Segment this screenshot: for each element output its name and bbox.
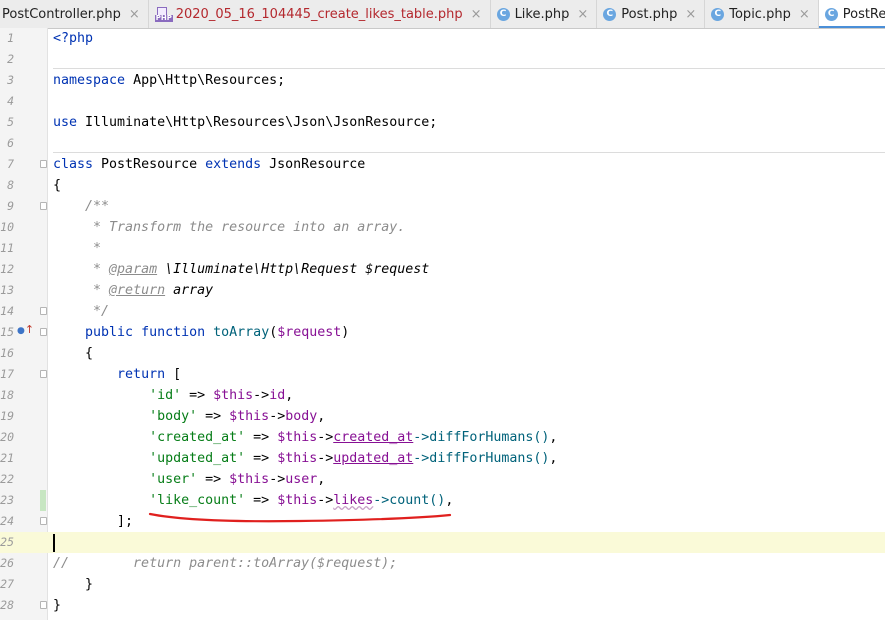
close-icon[interactable]: × bbox=[129, 7, 140, 22]
fold-marker-icon[interactable] bbox=[40, 517, 47, 525]
fold-marker-icon[interactable] bbox=[40, 370, 47, 378]
tab-topic[interactable]: C Topic.php × bbox=[705, 0, 819, 28]
code-line: 7 class PostResource extends JsonResourc… bbox=[7, 157, 366, 172]
code-line: 17 return [ bbox=[0, 367, 182, 382]
code-line: 5 use Illuminate\Http\Resources\Json\Jso… bbox=[7, 115, 438, 130]
code-line: 12 * @param \Illuminate\Http\Request $re… bbox=[0, 262, 430, 277]
fold-marker-icon[interactable] bbox=[40, 307, 47, 315]
code-line: 3 namespace App\Http\Resources; bbox=[7, 73, 286, 88]
close-icon[interactable]: × bbox=[577, 7, 588, 22]
code-line: 14 */ bbox=[0, 304, 110, 319]
tab-label: PostController.php bbox=[2, 6, 121, 22]
code-line: 16 { bbox=[0, 346, 94, 361]
fold-marker-icon[interactable] bbox=[40, 601, 47, 609]
code-line: 2 bbox=[7, 52, 14, 66]
code-line: 10 * Transform the resource into an arra… bbox=[0, 220, 406, 235]
code-editor[interactable]: 1 <?php 2 3 namespace App\Http\Resources… bbox=[0, 28, 885, 620]
tab-label: Post.php bbox=[621, 6, 678, 22]
code-line: 8 { bbox=[7, 178, 62, 193]
tab-label: Topic.php bbox=[729, 6, 791, 22]
code-line: 27 } bbox=[0, 577, 94, 592]
red-underline-annotation bbox=[148, 512, 452, 523]
php-file-icon: PHP bbox=[154, 7, 173, 22]
close-icon[interactable]: × bbox=[471, 7, 482, 22]
code-line: 18 'id' => $this->id, bbox=[0, 388, 294, 403]
tab-postcontroller[interactable]: PostController.php × bbox=[0, 0, 149, 28]
fold-marker-icon[interactable] bbox=[40, 160, 47, 168]
text-caret bbox=[53, 534, 55, 552]
tab-postresource[interactable]: C PostResource.php bbox=[818, 0, 885, 28]
tab-create-likes-table[interactable]: PHP 2020_05_16_104445_create_likes_table… bbox=[149, 0, 491, 28]
code-line: 21 'updated_at' => $this->updated_at->di… bbox=[0, 451, 558, 466]
tab-like[interactable]: C Like.php × bbox=[491, 0, 598, 28]
code-line: 9 /** bbox=[7, 199, 110, 214]
code-line: 6 bbox=[7, 136, 14, 150]
fold-marker-icon[interactable] bbox=[40, 328, 47, 336]
code-line: 4 bbox=[7, 94, 14, 108]
code-line: 28 } bbox=[0, 598, 62, 613]
code-line: 1 <?php bbox=[7, 31, 94, 46]
code-line: 19 'body' => $this->body, bbox=[0, 409, 326, 424]
close-icon[interactable]: × bbox=[799, 7, 810, 22]
class-icon: C bbox=[496, 7, 510, 21]
current-line[interactable]: 25 bbox=[0, 532, 885, 553]
tab-label: Like.php bbox=[514, 6, 570, 22]
close-icon[interactable]: × bbox=[685, 7, 696, 22]
code-line: 11 * bbox=[0, 241, 102, 256]
code-line: 15 ●↑ public function toArray($request) bbox=[0, 323, 350, 340]
fold-marker-icon[interactable] bbox=[40, 202, 47, 210]
change-marker[interactable] bbox=[40, 490, 46, 511]
editor-tab-bar: PostController.php × PHP 2020_05_16_1044… bbox=[0, 0, 885, 29]
tab-label: 2020_05_16_104445_create_likes_table.php bbox=[175, 6, 463, 22]
override-method-icon[interactable]: ●↑ bbox=[17, 323, 34, 336]
tab-post[interactable]: C Post.php × bbox=[597, 0, 706, 28]
code-line: 23 'like_count' => $this->likes->count()… bbox=[0, 490, 885, 511]
tab-label: PostResource.php bbox=[842, 6, 885, 22]
code-line: 13 * @return array bbox=[0, 283, 214, 298]
class-icon: C bbox=[603, 7, 617, 21]
class-icon: C bbox=[711, 7, 725, 21]
code-line: 22 'user' => $this->user, bbox=[0, 472, 326, 487]
code-line: 26 // return parent::toArray($request); bbox=[0, 556, 398, 571]
class-icon: C bbox=[824, 7, 838, 21]
code-line: 20 'created_at' => $this->created_at->di… bbox=[0, 430, 558, 445]
